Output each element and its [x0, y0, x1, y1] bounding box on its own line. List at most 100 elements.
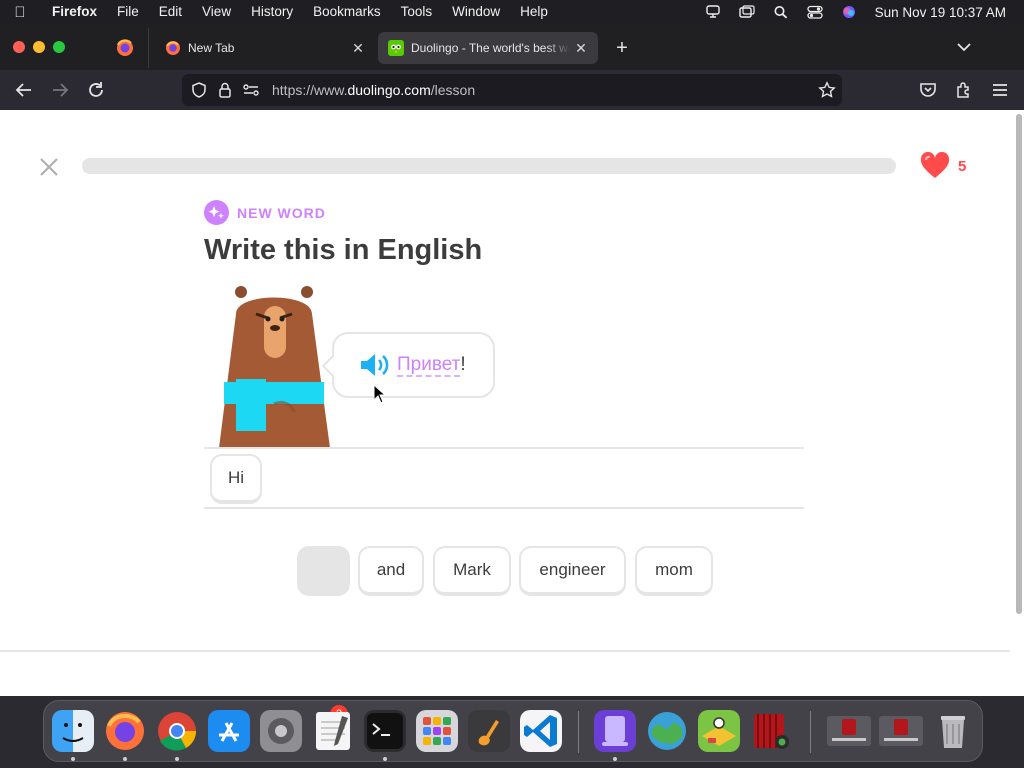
url-bar[interactable]: https://www.duolingo.com/lesson	[182, 74, 842, 106]
clock[interactable]: Sun Nov 19 10:37 AM	[875, 5, 1006, 20]
photo-booth-icon[interactable]	[750, 710, 792, 752]
hamburger-menu-icon[interactable]	[990, 80, 1010, 100]
word-bank-empty-slot	[297, 546, 350, 596]
new-word-label: NEW WORD	[237, 204, 326, 221]
prompt-word-hint[interactable]: Привет	[397, 354, 461, 377]
duolingo-favicon-icon	[388, 40, 404, 56]
url-text[interactable]: https://www.duolingo.com/lesson	[272, 82, 475, 98]
tab-duolingo[interactable]: Duolingo - The world's best way to learn…	[378, 32, 598, 64]
menu-help[interactable]: Help	[510, 0, 558, 24]
launchpad-icon[interactable]	[416, 710, 458, 752]
running-indicator	[123, 757, 127, 761]
pinned-tab-firefox-icon[interactable]	[110, 36, 140, 60]
url-path: /lesson	[430, 82, 476, 98]
dock-separator	[810, 711, 811, 753]
minimized-window-1-icon[interactable]	[826, 710, 872, 752]
finder-icon[interactable]	[52, 710, 94, 752]
tab-bar: New Tab ✕ Duolingo - The world's best wa…	[0, 24, 1024, 70]
firefox-icon[interactable]	[104, 710, 146, 752]
spotlight-search-icon[interactable]	[773, 5, 789, 19]
running-indicator	[175, 757, 179, 761]
speech-bubble: Привет!	[321, 332, 495, 398]
quit-lesson-close-icon[interactable]	[38, 156, 60, 178]
firefox-favicon-icon	[166, 41, 180, 55]
dock: 2	[43, 700, 983, 762]
chrome-icon[interactable]	[156, 710, 198, 752]
window-minimize-button[interactable]	[33, 41, 45, 53]
new-word-tag: NEW WORD	[204, 200, 326, 225]
bookmark-star-icon[interactable]	[818, 81, 836, 99]
navigation-toolbar: https://www.duolingo.com/lesson	[0, 70, 1024, 110]
permissions-icon[interactable]	[242, 81, 260, 99]
running-indicator	[383, 757, 387, 761]
system-settings-icon[interactable]	[260, 710, 302, 752]
game-icon[interactable]	[698, 710, 740, 752]
mouse-pointer-icon	[373, 384, 387, 404]
page-scrollbar[interactable]	[1016, 114, 1022, 614]
menu-history[interactable]: History	[241, 0, 303, 24]
hearts-count: 5	[958, 157, 967, 175]
textedit-icon[interactable]	[312, 710, 354, 752]
menu-edit[interactable]: Edit	[149, 0, 192, 24]
running-indicator	[613, 757, 617, 761]
terminal-icon[interactable]	[364, 710, 406, 752]
tab-title: Duolingo - The world's best way to learn…	[411, 41, 570, 55]
pocket-icon[interactable]	[918, 80, 938, 100]
back-arrow-icon[interactable]	[14, 80, 34, 100]
menu-file[interactable]: File	[107, 0, 149, 24]
play-audio-speaker-icon[interactable]	[359, 352, 389, 378]
url-domain: duolingo.com	[347, 82, 431, 98]
running-indicator	[71, 757, 75, 761]
tab-title: New Tab	[188, 41, 235, 55]
window-zoom-button[interactable]	[53, 41, 65, 53]
prompt-text: Привет!	[397, 354, 466, 377]
heart-icon	[920, 152, 950, 178]
tab-close-icon[interactable]: ✕	[351, 40, 365, 57]
answer-area-top-line	[204, 447, 804, 449]
menu-view[interactable]: View	[192, 0, 241, 24]
footer-divider	[0, 650, 1010, 652]
menu-tools[interactable]: Tools	[391, 0, 443, 24]
screen-mirror-icon[interactable]	[738, 5, 755, 19]
app-menu[interactable]: Firefox	[40, 0, 107, 24]
minecraft-icon[interactable]	[646, 710, 688, 752]
simulator-icon[interactable]	[594, 710, 636, 752]
app-store-icon[interactable]	[208, 710, 250, 752]
lesson-progress-bar	[82, 158, 896, 174]
vscode-icon[interactable]	[520, 710, 562, 752]
window-close-button[interactable]	[13, 41, 25, 53]
podcast-status-icon[interactable]	[705, 5, 721, 19]
new-tab-plus-icon[interactable]: +	[612, 37, 632, 60]
minimized-window-2-icon[interactable]	[878, 710, 924, 752]
new-word-sparkle-icon	[204, 200, 229, 225]
word-bank-chip[interactable]: and	[358, 546, 424, 596]
menu-window[interactable]: Window	[442, 0, 510, 24]
menu-bookmarks[interactable]: Bookmarks	[303, 0, 391, 24]
list-all-tabs-chevron-down-icon[interactable]	[956, 39, 972, 55]
siri-icon[interactable]	[841, 5, 857, 19]
bear-character-illustration	[219, 286, 330, 448]
trash-icon[interactable]	[932, 710, 974, 752]
reload-icon[interactable]	[86, 80, 106, 100]
lock-icon[interactable]	[216, 81, 234, 99]
prompt-punctuation: !	[460, 354, 466, 375]
control-center-icon[interactable]	[807, 5, 823, 19]
forward-arrow-icon[interactable]	[50, 80, 70, 100]
word-bank-chip[interactable]: mom	[635, 546, 713, 596]
extensions-puzzle-icon[interactable]	[954, 80, 974, 100]
tab-separator	[148, 28, 149, 68]
url-prefix: https://www.	[272, 82, 348, 98]
word-bank-chip[interactable]: Mark	[433, 546, 511, 596]
word-bank-chip[interactable]: engineer	[519, 546, 626, 596]
selected-word-chip[interactable]: Hi	[210, 454, 262, 504]
tab-new-tab[interactable]: New Tab ✕	[155, 32, 375, 64]
duolingo-lesson-page: 5 NEW WORD Write this in English Привет!…	[0, 110, 1024, 696]
answer-area-bottom-line	[204, 507, 804, 509]
hearts-counter[interactable]: 5	[920, 152, 966, 180]
garageband-icon[interactable]	[468, 710, 510, 752]
challenge-heading: Write this in English	[204, 234, 483, 266]
dock-separator	[578, 711, 579, 753]
tab-close-icon[interactable]: ✕	[574, 40, 588, 57]
tracking-protection-shield-icon[interactable]	[190, 81, 208, 99]
apple-menu-icon[interactable]: 	[0, 4, 40, 21]
